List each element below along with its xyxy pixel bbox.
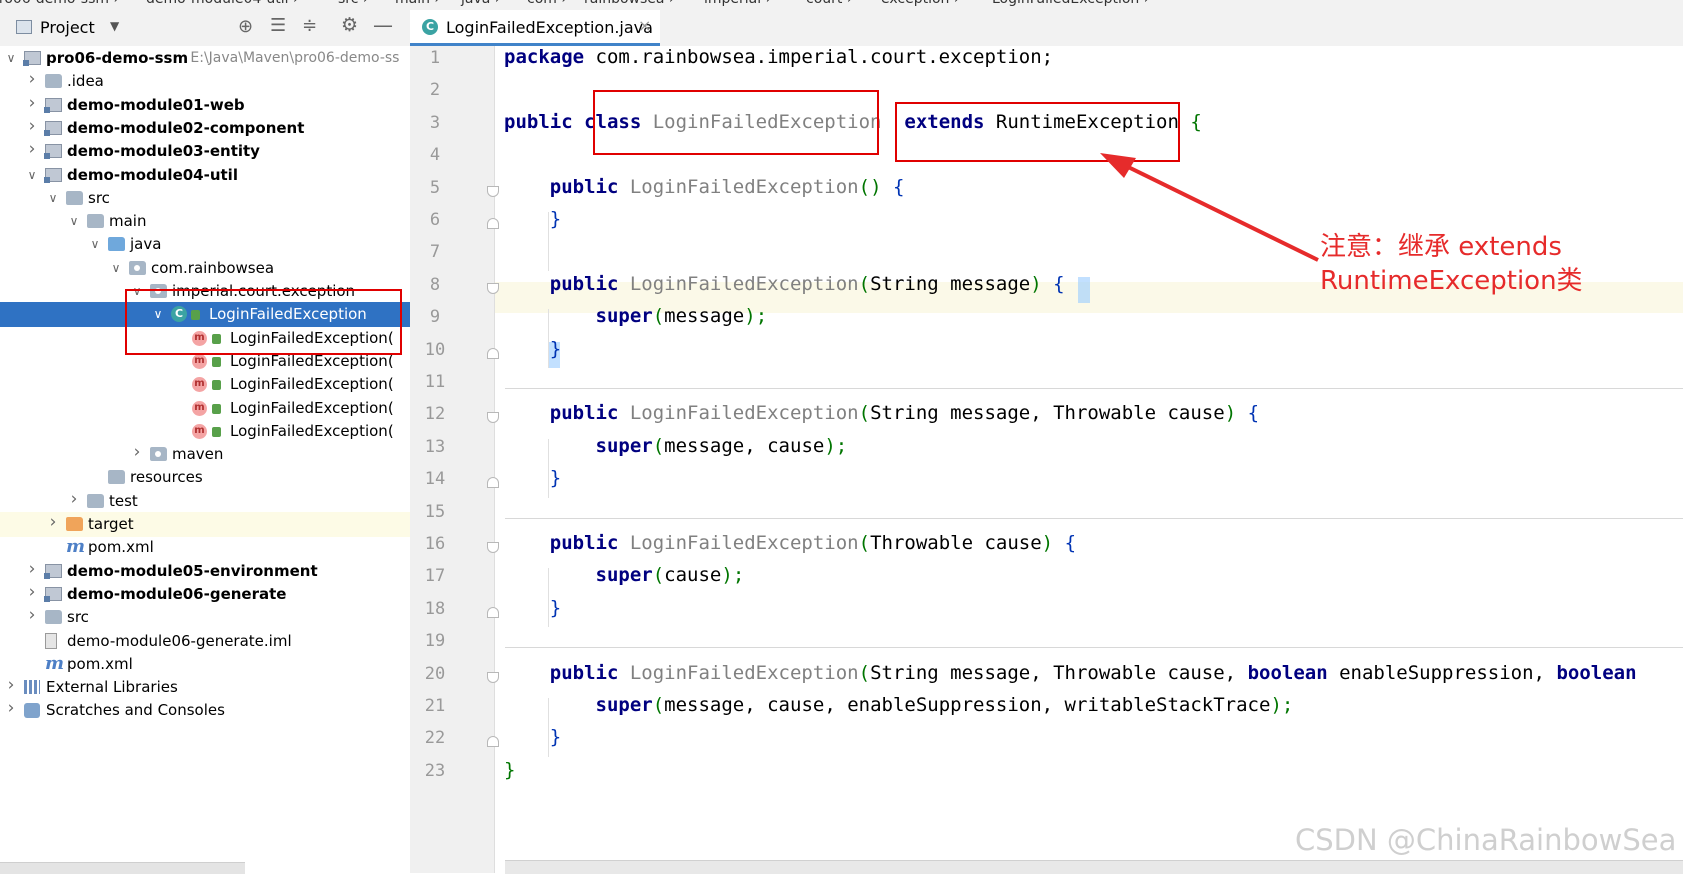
annotation-arrow (1100, 153, 1319, 262)
annotation-note: 注意：继承 extends RuntimeException类 (1320, 232, 1583, 296)
arrow-head (1100, 153, 1136, 178)
arrow-shaft (1117, 160, 1319, 262)
watermark: CSDN @ChinaRainbowSea (1295, 823, 1677, 857)
